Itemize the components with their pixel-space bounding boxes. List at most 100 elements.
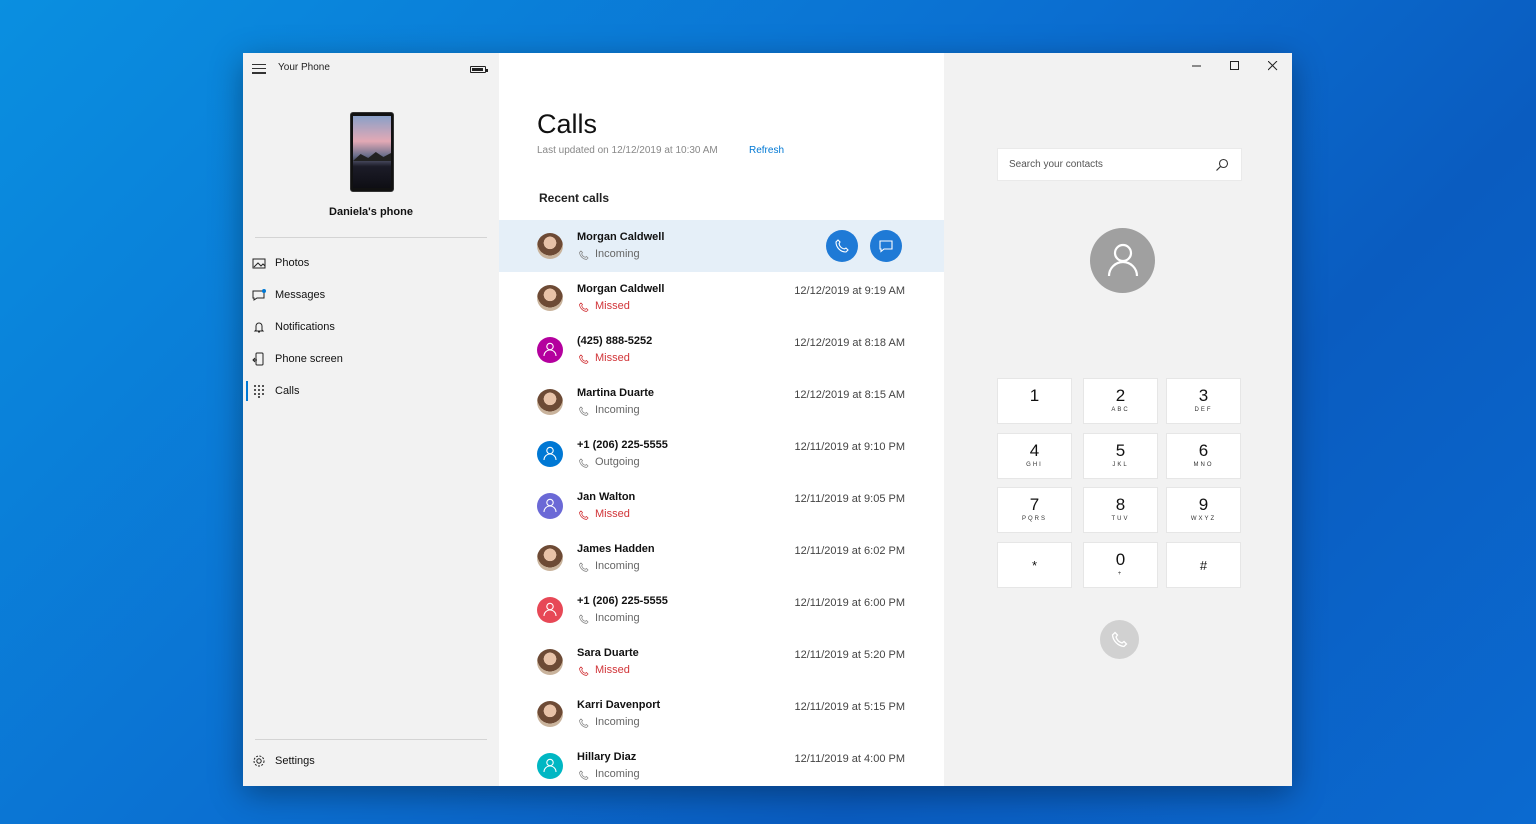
app-title: Your Phone — [278, 62, 330, 73]
message-icon — [879, 240, 893, 253]
contact-avatar-photo — [537, 285, 563, 311]
dial-key[interactable]: 4 GHI — [997, 433, 1072, 479]
dial-key[interactable]: 8 TUV — [1083, 487, 1158, 533]
call-time: 12/11/2019 at 6:00 PM — [794, 597, 906, 609]
call-row[interactable]: (425) 888-5252 Missed 12/12/2019 at 8:18 A… — [499, 324, 944, 376]
contact-name: Martina Duarte — [577, 387, 655, 399]
dial-key-digit: 5 — [1115, 441, 1126, 460]
call-back-button[interactable] — [826, 230, 858, 262]
call-time: 12/12/2019 at 8:18 AM — [794, 337, 905, 349]
phone-screen-icon — [252, 352, 264, 366]
contact-name: Morgan Caldwell — [577, 283, 665, 295]
contact-name: Sara Duarte — [577, 647, 639, 659]
call-row[interactable]: Hillary Diaz Incoming 12/11/2019 at 4:00 P… — [499, 740, 944, 786]
sidebar: Your Phone Daniela's phone Photos Messag… — [243, 53, 499, 786]
title-bar: Your Phone — [243, 53, 499, 83]
phone-name: Daniela's phone — [329, 206, 413, 218]
dial-key[interactable]: 7 PQRS — [997, 487, 1072, 533]
dial-key-digit: 2 — [1115, 386, 1126, 405]
dial-key-digit: 1 — [1029, 386, 1040, 405]
close-button[interactable] — [1254, 53, 1292, 79]
call-row[interactable]: Morgan Caldwell Missed 12/12/2019 at 9:19 … — [499, 272, 944, 324]
dial-key-digit: 8 — [1115, 495, 1126, 514]
dial-key-digit: 6 — [1198, 441, 1209, 460]
dial-key-digit: # — [1199, 558, 1208, 573]
sidebar-item-settings[interactable]: Settings — [243, 745, 499, 777]
search-contacts-input[interactable]: Search your contacts — [997, 148, 1242, 181]
call-type: Missed — [595, 300, 630, 312]
call-time: 12/12/2019 at 9:19 AM — [794, 285, 905, 297]
dial-key[interactable]: 0 + — [1083, 542, 1158, 588]
call-type: Incoming — [595, 248, 640, 260]
call-type-icon — [579, 250, 589, 260]
contact-avatar-placeholder — [537, 493, 563, 519]
refresh-link[interactable]: Refresh — [749, 145, 784, 156]
page-title: Calls — [537, 109, 598, 139]
contact-avatar — [1090, 228, 1155, 293]
messages-icon — [252, 289, 266, 301]
dial-key-digit: 0 — [1115, 550, 1126, 569]
maximize-button[interactable] — [1216, 53, 1254, 79]
minimize-button[interactable] — [1178, 53, 1216, 79]
dial-key-digit: 4 — [1029, 441, 1040, 460]
call-type: Missed — [595, 664, 630, 676]
sidebar-item-label: Photos — [275, 257, 310, 269]
dial-key-letters: WXYZ — [1190, 516, 1217, 522]
call-type: Incoming — [595, 404, 640, 416]
contact-name: (425) 888-5252 — [577, 335, 653, 347]
contact-avatar-placeholder — [537, 441, 563, 467]
dial-key-letters: PQRS — [1021, 516, 1047, 522]
call-row[interactable]: +1 (206) 225-5555 Outgoing 12/11/2019 at 9… — [499, 428, 944, 480]
call-row[interactable]: Sara Duarte Missed 12/11/2019 at 5:20 PM — [499, 636, 944, 688]
call-time: 12/11/2019 at 5:15 PM — [794, 701, 906, 713]
sidebar-settings-label: Settings — [275, 755, 315, 767]
dial-key[interactable]: * — [997, 542, 1072, 588]
hamburger-menu-icon[interactable] — [252, 64, 266, 74]
dial-key-letters: ABC — [1111, 407, 1130, 413]
dial-key[interactable]: 6 MNO — [1166, 433, 1241, 479]
dial-key-letters: + — [1117, 571, 1124, 577]
sidebar-item-notifications[interactable]: Notifications — [243, 311, 499, 343]
your-phone-window: Your Phone Daniela's phone Photos Messag… — [243, 53, 1292, 786]
dial-key[interactable]: 1 — [997, 378, 1072, 424]
photos-icon — [252, 258, 266, 269]
dial-key-digit: 9 — [1198, 495, 1209, 514]
call-row[interactable]: Morgan Caldwell Incoming — [499, 220, 944, 272]
sidebar-item-calls[interactable]: Calls — [243, 375, 499, 407]
dial-key[interactable]: # — [1166, 542, 1241, 588]
sidebar-divider — [255, 739, 487, 740]
call-type-icon — [579, 302, 589, 312]
call-type-icon — [579, 614, 589, 624]
dial-key[interactable]: 2 ABC — [1083, 378, 1158, 424]
dial-key[interactable]: 3 DEF — [1166, 378, 1241, 424]
dial-key[interactable]: 9 WXYZ — [1166, 487, 1241, 533]
dial-key-letters: GHI — [1026, 462, 1043, 468]
last-updated-text: Last updated on 12/12/2019 at 10:30 AM — [537, 145, 718, 156]
call-row[interactable]: +1 (206) 225-5555 Incoming 12/11/2019 at 6… — [499, 584, 944, 636]
minimize-icon — [1192, 65, 1201, 67]
call-row[interactable]: James Hadden Incoming 12/11/2019 at 6:02 P… — [499, 532, 944, 584]
sidebar-item-label: Messages — [275, 289, 326, 301]
message-button[interactable] — [870, 230, 902, 262]
call-time: 12/11/2019 at 5:20 PM — [794, 649, 906, 661]
sidebar-item-phone-screen[interactable]: Phone screen — [243, 343, 499, 375]
call-time: 12/12/2019 at 8:15 AM — [794, 389, 905, 401]
maximize-icon — [1230, 61, 1239, 70]
dial-key-digit: * — [1031, 558, 1038, 573]
contact-avatar-photo — [537, 389, 563, 415]
call-type-icon — [579, 510, 589, 520]
call-row[interactable]: Martina Duarte Incoming 12/12/2019 at 8:15… — [499, 376, 944, 428]
search-icon[interactable] — [1215, 158, 1229, 172]
sidebar-item-photos[interactable]: Photos — [243, 247, 499, 279]
phone-image — [350, 112, 394, 192]
sidebar-item-messages[interactable]: Messages — [243, 279, 499, 311]
call-row[interactable]: Jan Walton Missed 12/11/2019 at 9:05 PM — [499, 480, 944, 532]
dial-key[interactable]: 5 JKL — [1083, 433, 1158, 479]
contact-name: +1 (206) 225-5555 — [577, 439, 668, 451]
call-row[interactable]: Karri Davenport Incoming 12/11/2019 at 5:1… — [499, 688, 944, 740]
call-type-icon — [579, 770, 589, 780]
dial-key-letters: MNO — [1193, 462, 1214, 468]
dialer-panel: Search your contacts 1 2 ABC 3 DEF 4 GHI 5 JKL 6 M… — [944, 53, 1292, 786]
call-button[interactable] — [1100, 620, 1139, 659]
person-icon — [543, 498, 557, 513]
